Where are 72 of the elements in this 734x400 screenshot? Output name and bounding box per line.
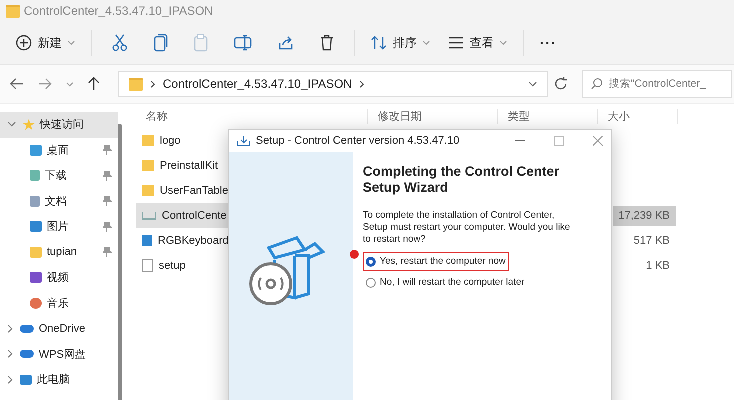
sidebar-item[interactable]: 视频	[0, 265, 118, 290]
folder-icon	[142, 135, 154, 146]
copy-icon[interactable]	[154, 34, 168, 52]
sidebar-item[interactable]: 快速访问	[0, 112, 118, 138]
list-icon	[448, 36, 464, 50]
file-size: 517 KB	[632, 234, 671, 248]
search-field[interactable]: 搜索"ControlCenter_	[582, 70, 732, 98]
chevron-right-icon[interactable]	[8, 376, 13, 384]
path-segment[interactable]: ControlCenter_4.53.47.10_IPASON	[163, 77, 352, 91]
column-header[interactable]: 大小	[598, 108, 678, 124]
chevron-right-icon	[151, 80, 155, 88]
sort-button[interactable]: 排序	[369, 30, 432, 56]
file-name-cell[interactable]: PreinstallKit	[136, 153, 224, 178]
up-icon[interactable]	[88, 77, 100, 91]
file-name-cell[interactable]: logo	[136, 128, 187, 153]
chevron-right-icon	[360, 80, 364, 88]
sort-icon	[371, 35, 387, 51]
file-name-cell[interactable]: RGBKeyboard	[136, 228, 235, 253]
column-header[interactable]: 修改日期	[368, 108, 498, 124]
new-button[interactable]: 新建	[14, 30, 77, 56]
sidebar-item[interactable]: OneDrive	[0, 316, 118, 342]
file-name-cell[interactable]: UserFanTable	[136, 178, 234, 203]
more-button[interactable]: ···	[538, 31, 559, 55]
chevron-right-icon[interactable]	[8, 324, 13, 333]
folder-icon	[142, 185, 154, 196]
trash-icon[interactable]	[320, 35, 334, 51]
sidebar-item[interactable]: WPS网盘	[0, 342, 118, 367]
dialog-title: Setup - Control Center version 4.53.47.10	[256, 135, 460, 147]
sidebar-item[interactable]: 下载	[0, 163, 118, 188]
column-header[interactable]: 名称	[136, 108, 368, 124]
caret-icon	[68, 41, 75, 45]
file-size: 17,239 KB	[612, 206, 676, 226]
window-title: ControlCenter_4.53.47.10_IPASON	[24, 4, 214, 18]
column-header[interactable]: 类型	[498, 108, 598, 124]
back-icon[interactable]	[10, 78, 24, 90]
clipboard-icon	[194, 34, 208, 52]
view-button[interactable]: 查看	[446, 30, 509, 56]
restart-option[interactable]: No, I will restart the computer later	[363, 273, 528, 292]
refresh-icon[interactable]	[554, 77, 568, 91]
close-icon[interactable]	[593, 136, 603, 146]
chevron-down-icon[interactable]	[529, 82, 537, 86]
file-name-cell[interactable]: setup	[136, 253, 192, 278]
chevron-down-icon[interactable]	[66, 82, 74, 86]
sidebar-item[interactable]: 音乐	[0, 290, 118, 316]
share-icon[interactable]	[278, 35, 294, 51]
folder-icon	[30, 246, 42, 258]
folder-icon	[142, 160, 154, 171]
plus-icon	[16, 35, 32, 51]
caret-icon	[423, 41, 430, 45]
sidebar-item[interactable]: 桌面	[0, 138, 118, 163]
sidebar-item[interactable]: tupian	[0, 240, 118, 265]
rename-icon[interactable]	[234, 35, 252, 51]
address-bar[interactable]: ControlCenter_4.53.47.10_IPASON	[118, 71, 548, 97]
forward-icon[interactable]	[38, 78, 52, 90]
scissors-icon[interactable]	[112, 34, 128, 52]
sidebar-item[interactable]: 文档	[0, 188, 118, 214]
chevron-down-icon[interactable]	[8, 122, 16, 128]
folder-icon	[6, 4, 20, 18]
sidebar-item[interactable]: 图片	[0, 214, 118, 240]
wizard-heading: Completing the Control Center Setup Wizard	[363, 164, 560, 196]
file-icon	[142, 259, 153, 272]
folder-icon	[129, 78, 143, 90]
file-size: 1 KB	[645, 258, 671, 274]
search-icon	[591, 78, 603, 90]
wizard-message: To complete the installation of Control Center, Setup must restart your computer. Would you like to restart now?	[363, 210, 571, 246]
caret-icon	[500, 41, 507, 45]
radio-button[interactable]	[366, 278, 376, 288]
radio-button[interactable]	[366, 256, 376, 266]
maximize-icon	[554, 136, 564, 146]
sidebar-item[interactable]: 此电脑	[0, 367, 118, 392]
annotation-marker-icon	[350, 250, 359, 259]
chevron-right-icon[interactable]	[8, 350, 13, 358]
